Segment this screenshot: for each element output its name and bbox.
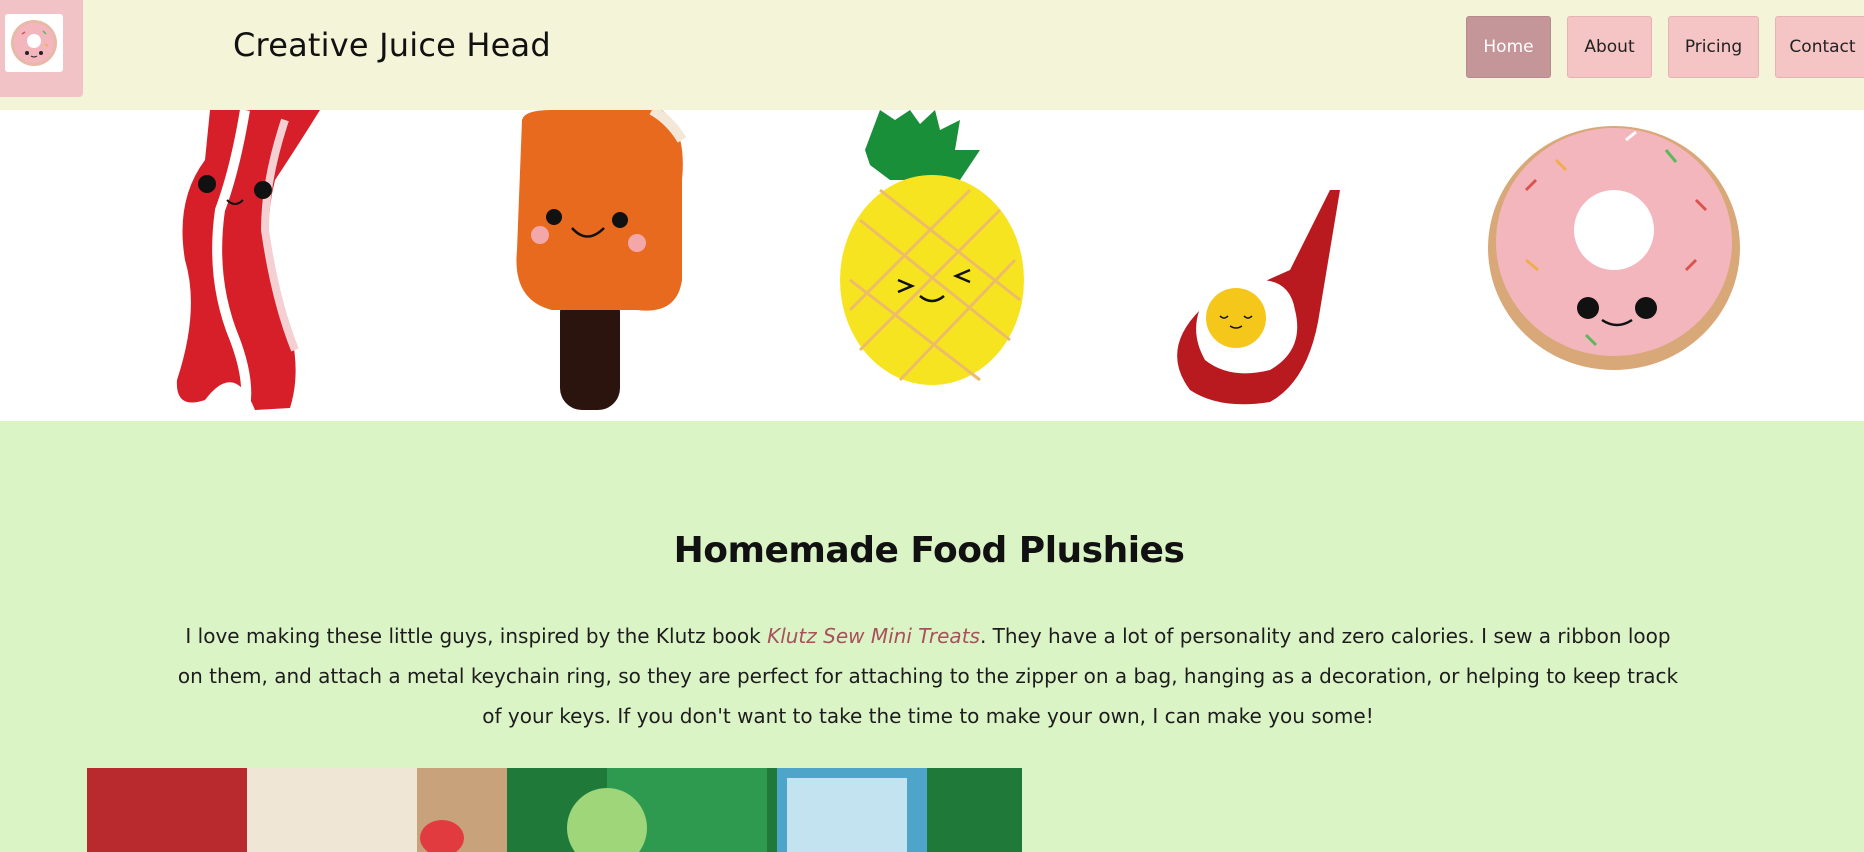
pineapple-plush-image [840, 110, 1024, 385]
logo[interactable] [0, 0, 83, 97]
bacon-plush-image [176, 110, 320, 410]
nav-pricing-button[interactable]: Pricing [1668, 16, 1759, 78]
nav-contact-button[interactable]: Contact [1775, 16, 1864, 78]
nav-about-button[interactable]: About [1567, 16, 1652, 78]
intro-text-1: I love making these little guys, inspire… [185, 624, 768, 648]
donut-plush-image [1488, 126, 1740, 370]
page-heading: Homemade Food Plushies [673, 530, 1185, 571]
klutz-book-link[interactable]: Klutz Sew Mini Treats [767, 624, 980, 648]
plushies-photo [87, 768, 1022, 852]
nav-home-button[interactable]: Home [1466, 16, 1551, 78]
hero-banner [0, 110, 1864, 421]
site-header: Creative Juice Head Home About Pricing C… [0, 0, 1864, 110]
site-title[interactable]: Creative Juice Head [233, 26, 551, 64]
fried-egg-plush-image [1177, 190, 1340, 405]
intro-paragraph: I love making these little guys, inspire… [170, 616, 1686, 736]
popsicle-plush-image [516, 110, 687, 410]
donut-logo-icon [5, 14, 63, 72]
